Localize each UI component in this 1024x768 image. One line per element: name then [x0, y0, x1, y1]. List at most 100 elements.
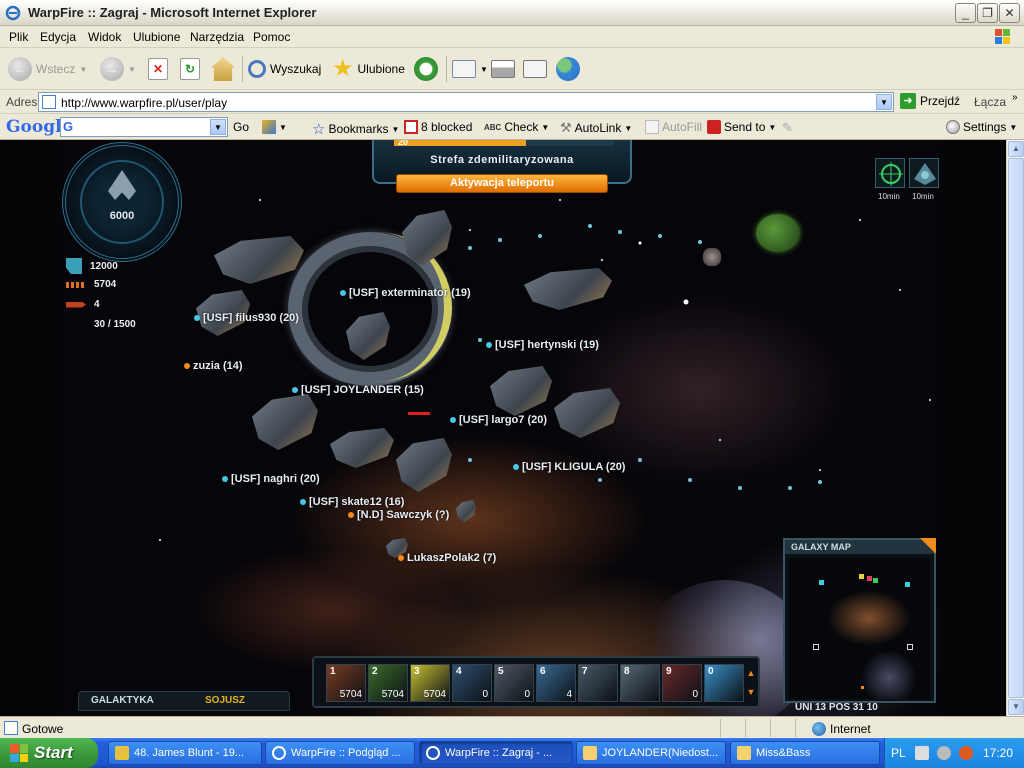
mail-button[interactable]: ▼ [452, 54, 488, 84]
player-label[interactable]: [USF] KLIGULA (20) [513, 461, 625, 473]
taskbar-item-active[interactable]: WarpFire :: Zagraj - ... [419, 741, 573, 765]
player-label[interactable]: [USF] filus930 (20) [194, 312, 299, 324]
alien-planet[interactable] [756, 214, 800, 252]
player-label[interactable]: [USF] exterminator (19) [340, 287, 471, 299]
tab-alliance[interactable]: SOJUSZ [205, 695, 245, 706]
player-label[interactable]: [USF] hertynski (19) [486, 339, 599, 351]
pencil-button[interactable]: ✎ [782, 120, 793, 136]
star-icon: ★ [332, 55, 354, 82]
chevron-down-icon[interactable]: ▼ [876, 94, 892, 110]
edit-button[interactable] [523, 54, 547, 84]
links-button[interactable]: Łącza [974, 95, 1006, 109]
menu-file[interactable]: Plik [9, 30, 28, 44]
galaxy-map-view[interactable] [789, 558, 930, 699]
page-icon [4, 721, 18, 735]
start-button[interactable]: Start [0, 738, 98, 768]
chevron-down-icon: ▼ [128, 64, 136, 74]
pencil-icon: ✎ [782, 120, 793, 135]
taskbar-item[interactable]: 48. James Blunt - 19... [108, 741, 262, 765]
player-label[interactable]: [USF] skate12 (16) [300, 496, 404, 508]
language-indicator[interactable]: PL [891, 746, 906, 760]
autolink-button[interactable]: ⚒ AutoLink ▼ [560, 120, 632, 136]
chevron-right-icon[interactable]: » [1012, 92, 1018, 103]
network-icon[interactable] [959, 746, 973, 760]
hotbar-scroll[interactable]: ▲ ▼ [746, 664, 756, 702]
stat-shield: 12000 [66, 258, 118, 274]
search-button[interactable]: Wyszukaj [248, 54, 321, 84]
window-title: WarpFire :: Zagraj - Microsoft Internet … [28, 5, 317, 20]
taskbar-item[interactable]: WarpFire :: Podgląd ... [265, 741, 415, 765]
back-button[interactable]: ← Wstecz ▼ [8, 54, 87, 84]
keyboard-icon[interactable] [915, 746, 929, 760]
player-label[interactable]: [USF] naghri (20) [222, 473, 320, 485]
popup-blocker-button[interactable]: 8 blocked [404, 120, 472, 134]
refresh-button[interactable]: ↻ [180, 54, 200, 84]
speaker-icon[interactable] [937, 746, 951, 760]
hotbar-slot-4[interactable]: 40 [452, 664, 492, 702]
player-label[interactable]: [N.D] Sawczyk (?) [348, 509, 449, 521]
drone-icon[interactable]: 10min [909, 158, 939, 201]
scroll-up-button[interactable]: ▲ [1008, 141, 1024, 157]
forward-button[interactable]: → ▼ [100, 54, 136, 84]
taskbar-item[interactable]: Miss&Bass [730, 741, 880, 765]
home-button[interactable] [211, 54, 235, 84]
hotbar-slot-0[interactable]: 0 [704, 664, 744, 702]
hotbar-slot-2[interactable]: 2 5704 [368, 664, 408, 702]
tab-galaxy[interactable]: GALAKTYKA [91, 695, 154, 706]
history-button[interactable] [414, 54, 438, 84]
hotbar-slot-5[interactable]: 50 [494, 664, 534, 702]
stat-rockets: 4 [66, 299, 100, 310]
hotbar-slot-7[interactable]: 7 [578, 664, 618, 702]
spellcheck-button[interactable]: ABC Check ▼ [484, 120, 549, 134]
menu-favorites[interactable]: Ulubione [133, 30, 180, 44]
galaxy-map[interactable]: GALAXY MAP UNI 13 POS 31 10 [783, 538, 936, 713]
address-input[interactable]: http://www.warpfire.pl/user/play ▼ [38, 92, 894, 112]
galaxy-map-position: UNI 13 POS 31 10 [795, 702, 878, 713]
settings-button[interactable]: Settings ▼ [946, 120, 1017, 134]
vertical-scrollbar[interactable]: ▲ ▼ [1006, 140, 1024, 716]
player-label[interactable]: LukaszPolak2 (7) [398, 552, 496, 564]
hotbar-slot-3[interactable]: 3 5704 [410, 664, 450, 702]
refresh-icon: ↻ [180, 58, 200, 80]
game-viewport[interactable]: 6000 12000 5704 4 30 / 1500 20 Strefa zd… [0, 140, 1006, 716]
buff-icons: 10min 10min [875, 158, 939, 201]
menu-help[interactable]: Pomoc [253, 30, 290, 44]
galaxy-map-toggle[interactable] [920, 538, 936, 554]
print-button[interactable] [491, 54, 515, 84]
teleport-button[interactable]: Aktywacja teleportu [396, 174, 608, 193]
menu-view[interactable]: Widok [88, 30, 121, 44]
player-label[interactable]: [USF] largo7 (20) [450, 414, 547, 426]
stop-button[interactable]: ✕ [148, 54, 168, 84]
radar-hud: 6000 [62, 142, 182, 262]
bookmarks-button[interactable]: ☆ Bookmarks ▼ [312, 120, 399, 138]
go-label: Przejdź [920, 94, 961, 108]
google-search-input[interactable]: G ▼ [60, 117, 228, 137]
minimize-button[interactable]: _ [955, 3, 976, 23]
hotbar-slot-9[interactable]: 90 [662, 664, 702, 702]
player-label[interactable]: zuzia (14) [184, 360, 243, 372]
close-button[interactable]: ✕ [999, 3, 1020, 23]
target-icon[interactable]: 10min [875, 158, 905, 201]
asteroid[interactable] [703, 248, 721, 266]
menu-edit[interactable]: Edycja [40, 30, 76, 44]
autofill-button[interactable]: AutoFill [645, 120, 702, 134]
hotbar-slot-6[interactable]: 64 [536, 664, 576, 702]
menu-tools[interactable]: Narzędzia [190, 30, 244, 44]
taskbar-item[interactable]: JOYLANDER(Niedost... [576, 741, 726, 765]
player-label[interactable]: [USF] JOYLANDER (15) [292, 384, 424, 396]
google-go-button[interactable]: Go [233, 120, 249, 134]
maximize-button[interactable]: ❐ [977, 3, 998, 23]
scroll-thumb[interactable] [1008, 158, 1024, 698]
google-g-icon: G [63, 119, 74, 134]
messenger-button[interactable] [556, 54, 580, 84]
hotbar-slot-8[interactable]: 8 [620, 664, 660, 702]
scroll-down-button[interactable]: ▼ [1008, 699, 1024, 715]
hotbar-slot-1[interactable]: 1 5704 [326, 664, 366, 702]
go-button[interactable]: ➜ Przejdź [900, 93, 960, 109]
sendto-button[interactable]: Send to ▼ [707, 120, 776, 134]
google-news-button[interactable]: ▼ [262, 120, 287, 134]
print-icon [491, 60, 515, 78]
window-titlebar[interactable]: WarpFire :: Zagraj - Microsoft Internet … [0, 0, 1024, 26]
chevron-down-icon[interactable]: ▼ [210, 119, 226, 135]
favorites-button[interactable]: ★ Ulubione [332, 54, 405, 84]
